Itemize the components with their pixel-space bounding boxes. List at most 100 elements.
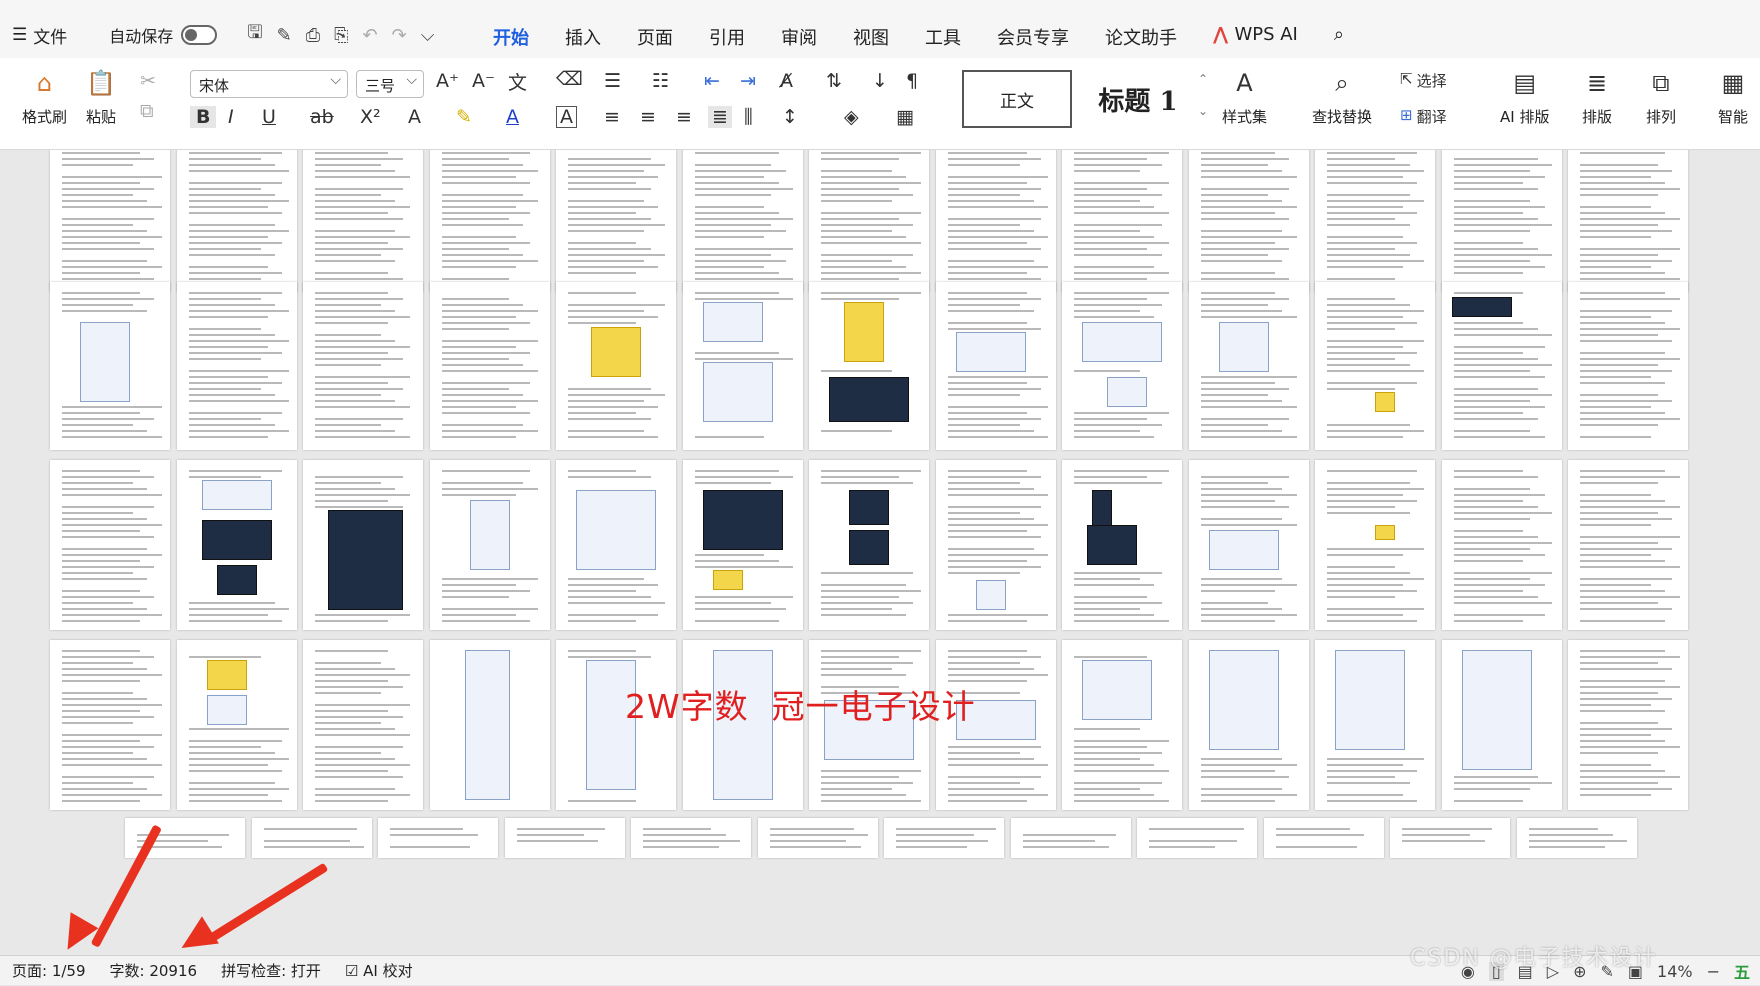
page-thumbnail[interactable]: [1315, 640, 1435, 810]
strikethrough-icon[interactable]: ab: [310, 106, 334, 128]
tab-wps-ai[interactable]: ⋀ WPS AI: [1195, 20, 1316, 54]
page-thumbnail[interactable]: [176, 150, 297, 292]
page-thumbnail[interactable]: [429, 282, 550, 450]
shrink-font-icon[interactable]: A⁻: [472, 70, 495, 92]
char-border-icon[interactable]: A: [556, 106, 577, 128]
page-thumbnail[interactable]: [556, 282, 676, 450]
format-painter-button[interactable]: ⌂ 格式刷: [22, 66, 67, 127]
autosave-control[interactable]: 自动保存: [79, 23, 229, 47]
page-thumbnail[interactable]: [429, 150, 550, 292]
arrange-button[interactable]: ⧉ 排列: [1644, 66, 1678, 127]
page-thumbnail[interactable]: [1441, 150, 1562, 292]
page-thumbnail[interactable]: [303, 460, 423, 630]
page-thumbnail[interactable]: [682, 150, 803, 292]
page-thumbnail[interactable]: [682, 460, 803, 630]
bullets-icon[interactable]: ☰: [604, 70, 621, 92]
page-thumbnail[interactable]: [1137, 818, 1257, 858]
style-normal-button[interactable]: 正文: [962, 70, 1072, 128]
tab-home[interactable]: 开始: [475, 20, 547, 62]
page-thumbnail[interactable]: [1188, 282, 1309, 450]
page-thumbnail[interactable]: [556, 150, 676, 292]
page-thumbnail[interactable]: [251, 818, 372, 858]
numbering-icon[interactable]: ☷: [652, 70, 669, 92]
page-thumbnail[interactable]: [809, 460, 929, 630]
tab-thesis-assistant[interactable]: 论文助手: [1087, 20, 1195, 54]
align-center-icon[interactable]: ≡: [640, 106, 656, 128]
italic-icon[interactable]: I: [228, 106, 234, 128]
tab-member[interactable]: 会员专享: [979, 20, 1087, 54]
justify-icon[interactable]: ≣: [708, 106, 732, 128]
page-thumbnail[interactable]: [1188, 640, 1309, 810]
indent-icon[interactable]: ⇥: [740, 70, 756, 92]
tab-review[interactable]: 审阅: [763, 20, 835, 54]
style-scroll-down-icon[interactable]: ⌄: [1198, 104, 1208, 118]
page-thumbnail[interactable]: [429, 460, 550, 630]
print-preview-icon[interactable]: ⎘: [334, 25, 348, 46]
align-right-icon[interactable]: ≡: [676, 106, 692, 128]
page-thumbnail[interactable]: [378, 818, 498, 858]
autosave-toggle[interactable]: [181, 25, 218, 45]
translate-button[interactable]: ⊞ 翻译: [1400, 106, 1447, 127]
page-thumbnail[interactable]: [176, 282, 297, 450]
page-thumbnail[interactable]: [1062, 460, 1182, 630]
page-thumbnail[interactable]: [809, 150, 929, 292]
clear-format-icon[interactable]: ⌫: [556, 68, 583, 90]
page-thumbnail[interactable]: [429, 640, 550, 810]
font-color-icon[interactable]: A: [506, 106, 519, 128]
search-icon[interactable]: ⌕: [1316, 20, 1362, 54]
page-thumbnail[interactable]: [50, 460, 170, 630]
document-canvas[interactable]: 2W字数 冠一电子设计: [0, 150, 1760, 955]
underline-icon[interactable]: U: [262, 106, 276, 128]
page-thumbnail[interactable]: [50, 150, 170, 292]
page-thumbnail[interactable]: [1568, 640, 1688, 810]
show-marks-icon[interactable]: ¶: [906, 70, 918, 92]
borders-icon[interactable]: ▦: [896, 106, 914, 128]
save-icon[interactable]: 🖫: [247, 20, 262, 50]
page-thumbnail[interactable]: [1390, 818, 1510, 858]
page-thumbnail[interactable]: [176, 460, 297, 630]
page-thumbnail[interactable]: [935, 460, 1056, 630]
tab-view[interactable]: 视图: [835, 20, 907, 54]
sort-icon[interactable]: ⇅: [826, 70, 842, 92]
smart-button[interactable]: ▦ 智能: [1716, 66, 1750, 127]
page-thumbnail[interactable]: [303, 150, 423, 292]
pen-icon[interactable]: ✎: [277, 25, 292, 46]
zoom-out-icon[interactable]: −: [1707, 962, 1720, 981]
page-thumbnail[interactable]: [1315, 150, 1435, 292]
file-menu[interactable]: ☰ 文件: [0, 23, 79, 48]
shading-icon[interactable]: ◈: [844, 106, 859, 128]
bold-icon[interactable]: B: [190, 106, 217, 128]
page-thumbnail[interactable]: [1188, 460, 1309, 630]
tab-insert[interactable]: 插入: [547, 20, 619, 54]
align-left-icon[interactable]: ≡: [604, 106, 620, 128]
word-count[interactable]: 字数: 20916: [98, 960, 210, 981]
copy-icon[interactable]: ⧉: [140, 100, 154, 122]
tab-references[interactable]: 引用: [691, 20, 763, 54]
style-set-button[interactable]: A 样式集: [1222, 66, 1267, 127]
more-dropdown-icon[interactable]: ⌵: [421, 25, 435, 46]
superscript-icon[interactable]: X²: [360, 106, 381, 128]
undo-icon[interactable]: ↶: [363, 25, 378, 46]
cut-icon[interactable]: ✂: [140, 70, 156, 92]
page-thumbnail[interactable]: [1062, 282, 1182, 450]
page-thumbnail[interactable]: [1062, 150, 1182, 292]
find-replace-button[interactable]: ⌕ 查找替换: [1312, 66, 1372, 127]
page-thumbnail[interactable]: [1441, 282, 1562, 450]
distribute-icon[interactable]: ⫼: [744, 106, 753, 128]
page-thumbnail[interactable]: [1568, 150, 1688, 292]
layout-button[interactable]: ≣ 排版: [1580, 66, 1614, 127]
page-thumbnail[interactable]: [556, 460, 676, 630]
font-size-select[interactable]: 三号: [356, 70, 424, 98]
page-thumbnail[interactable]: [176, 640, 297, 810]
page-indicator[interactable]: 页面: 1/59: [0, 960, 98, 981]
redo-icon[interactable]: ↷: [392, 25, 407, 46]
page-thumbnail[interactable]: [1188, 150, 1309, 292]
spell-check-status[interactable]: 拼写检查: 打开: [209, 960, 333, 981]
page-thumbnail[interactable]: [1315, 460, 1435, 630]
page-thumbnail[interactable]: [809, 282, 929, 450]
sort-desc-icon[interactable]: ↓: [872, 70, 888, 92]
page-thumbnail[interactable]: [935, 282, 1056, 450]
line-spacing-icon[interactable]: ↕: [782, 106, 798, 128]
outdent-icon[interactable]: ⇤: [704, 70, 720, 92]
print-icon[interactable]: ⎙: [306, 25, 320, 46]
